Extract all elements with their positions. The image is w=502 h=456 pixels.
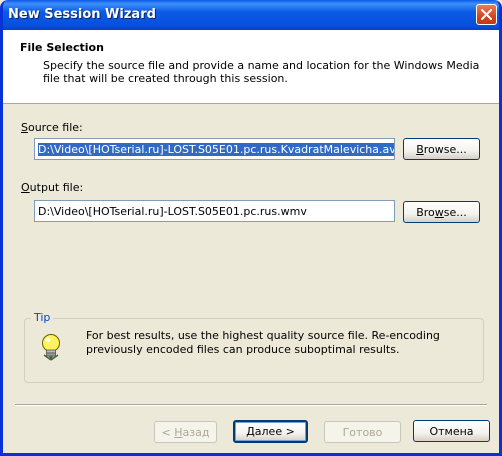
cancel-label: Отмена	[429, 425, 474, 438]
output-file-value: D:\Video\[HOTserial.ru]-LOST.S05E01.pc.r…	[38, 205, 307, 218]
window-title: New Session Wizard	[8, 7, 156, 22]
tip-group: Tip For best results, use the highest qu…	[24, 311, 484, 383]
output-browse-button[interactable]: Browse...	[403, 201, 480, 223]
back-label: азад	[182, 426, 210, 439]
close-icon	[481, 9, 492, 20]
output-label-accel: O	[21, 181, 30, 194]
output-label-rest: utput file:	[29, 181, 84, 194]
page-title: File Selection	[20, 41, 104, 54]
next-label: алее >	[254, 425, 295, 438]
finish-label: Готово	[342, 426, 383, 439]
source-label-rest: ource file:	[27, 121, 83, 134]
back-accel: Н	[174, 426, 183, 439]
wizard-header: File Selection Specify the source file a…	[3, 30, 499, 104]
source-file-value: D:\Video\[HOTserial.ru]-LOST.S05E01.pc.r…	[38, 143, 394, 156]
back-prefix: <	[161, 426, 175, 439]
next-button[interactable]: Далее >	[233, 420, 308, 443]
output-file-label: Output file:	[21, 181, 83, 194]
close-button[interactable]	[476, 4, 497, 25]
tip-legend: Tip	[31, 311, 54, 324]
source-browse-button[interactable]: Browse...	[403, 138, 480, 160]
tip-text: For best results, use the highest qualit…	[86, 329, 440, 356]
cancel-button[interactable]: Отмена	[413, 420, 490, 442]
finish-button[interactable]: Готово	[324, 421, 401, 443]
output-file-input[interactable]: D:\Video\[HOTserial.ru]-LOST.S05E01.pc.r…	[34, 200, 395, 222]
wizard-window: New Session Wizard File Selection Specif…	[0, 0, 502, 456]
next-accel: Д	[246, 425, 255, 438]
footer-separator	[15, 404, 487, 406]
source-file-input[interactable]: D:\Video\[HOTserial.ru]-LOST.S05E01.pc.r…	[34, 138, 395, 160]
page-description: Specify the source file and provide a na…	[43, 59, 480, 85]
lightbulb-icon	[42, 334, 60, 361]
back-button[interactable]: < Назад	[154, 421, 217, 443]
title-bar[interactable]: New Session Wizard	[3, 0, 499, 30]
source-file-label: Source file:	[21, 121, 83, 134]
source-label-accel: S	[21, 121, 28, 134]
